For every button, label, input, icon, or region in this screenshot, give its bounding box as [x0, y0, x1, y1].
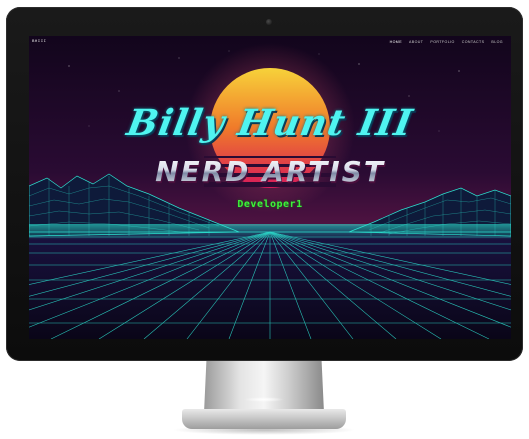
nav-item-home[interactable]: HOME	[390, 40, 402, 44]
hero-subtitle: Developer1	[237, 199, 303, 210]
nav-item-contacts[interactable]: CONTACTS	[462, 40, 485, 44]
hero-script-title: Billy Hunt III	[123, 102, 417, 144]
hero-main-title: NERD ARTIST	[29, 155, 511, 188]
nav-item-blog[interactable]: BLOG	[491, 40, 503, 44]
website-screen: BHIII HOME ABOUT PORTFOLIO CONTACTS BLOG…	[29, 36, 511, 339]
monitor-mockup: BHIII HOME ABOUT PORTFOLIO CONTACTS BLOG…	[0, 0, 529, 439]
monitor-stand-base	[182, 409, 346, 429]
nav-item-portfolio[interactable]: PORTFOLIO	[430, 40, 454, 44]
camera-icon	[266, 19, 272, 25]
monitor-bezel: BHIII HOME ABOUT PORTFOLIO CONTACTS BLOG…	[6, 7, 523, 361]
main-nav: HOME ABOUT PORTFOLIO CONTACTS BLOG	[390, 40, 503, 44]
site-logo[interactable]: BHIII	[32, 40, 47, 44]
nav-item-about[interactable]: ABOUT	[409, 40, 423, 44]
monitor-stand-neck	[204, 361, 324, 413]
stand-highlight	[244, 397, 284, 402]
